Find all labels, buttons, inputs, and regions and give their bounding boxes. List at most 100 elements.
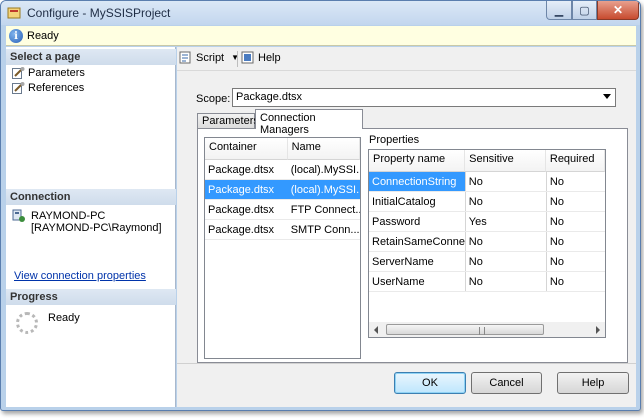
progress-spinner-icon [16,312,38,334]
connection-managers-panel: Container Name Package.dtsx (local).MySS… [197,128,628,363]
server-icon [12,209,25,222]
cell-name: (local).MySSI... [290,184,360,196]
table-row[interactable]: Password Yes No [369,212,605,232]
column-header-required[interactable]: Required [545,150,605,172]
properties-grid: Property name Sensitive Required Connect… [368,149,606,329]
cell-required[interactable]: No [547,232,605,251]
help-button[interactable]: Help [557,372,629,394]
connection-server: RAYMOND-PC [31,210,106,222]
scope-value: Package.dtsx [236,91,303,103]
cell-sensitive[interactable]: No [466,232,547,251]
connection-user: [RAYMOND-PC\Raymond] [31,222,162,234]
cell-sensitive[interactable]: Yes [466,212,547,231]
cell-property-name: RetainSameConnec... [369,232,466,251]
page-item-parameters[interactable]: Parameters [12,65,85,80]
tab-parameters[interactable]: Parameters [197,113,259,128]
table-row[interactable]: RetainSameConnec... No No [369,232,605,252]
tab-connection-managers[interactable]: Connection Managers [255,109,363,136]
cell-name: SMTP Conn... [290,224,360,236]
table-row[interactable]: Package.dtsx FTP Connect... [205,200,360,220]
cell-property-name: UserName [369,272,466,291]
grid-header: Container Name [205,138,360,160]
page-item-label: References [28,81,85,94]
cell-property-name: Password [369,212,466,231]
cell-required[interactable]: No [547,192,605,211]
table-row[interactable]: Package.dtsx SMTP Conn... [205,220,360,240]
right-pane: Script ▼ Help Scope: Package.dtsx Parame… [177,47,636,363]
maximize-icon: ▢ [579,4,590,17]
cell-property-name: ConnectionString [369,172,466,191]
select-page-header: Select a page [6,49,176,65]
table-row-selected[interactable]: Package.dtsx (local).MySSI... [205,180,360,200]
column-header-property-name[interactable]: Property name [369,150,466,172]
script-label: Script [196,51,225,64]
table-row[interactable]: ServerName No No [369,252,605,272]
status-bar: i Ready [6,26,636,46]
cancel-button[interactable]: Cancel [471,372,542,394]
status-text: Ready [27,30,59,42]
column-header-container[interactable]: Container [205,138,288,160]
properties-label: Properties [369,134,420,146]
chevron-down-icon[interactable] [603,94,611,99]
cell-sensitive[interactable]: No [466,252,547,271]
scope-label: Scope: [196,93,231,105]
connection-header: Connection [6,189,176,205]
progress-status: Ready [48,312,80,324]
scroll-left-icon[interactable] [374,326,378,334]
cell-required[interactable]: No [547,252,605,271]
grid-header: Property name Sensitive Required [369,150,605,172]
wrench-page-icon [12,66,25,79]
help-toolbar-button[interactable]: Help [241,51,281,64]
minimize-button[interactable]: ▁ [546,1,572,20]
table-row[interactable]: Package.dtsx (local).MySSI... [205,160,360,180]
scroll-right-icon[interactable] [596,326,600,334]
help-label: Help [258,51,281,64]
cell-sensitive[interactable]: No [466,172,547,191]
info-icon: i [9,29,23,43]
horizontal-scrollbar[interactable] [368,322,606,338]
table-row-selected[interactable]: ConnectionString No No [369,172,605,192]
column-header-sensitive[interactable]: Sensitive [465,150,546,172]
table-row[interactable]: InitialCatalog No No [369,192,605,212]
page-item-label: Parameters [28,66,85,79]
toolbar: Script ▼ Help [177,47,636,71]
left-pane: Select a page Parameters References Conn… [6,47,176,407]
cell-container: Package.dtsx [208,204,275,216]
script-button[interactable]: Script ▼ [179,51,239,64]
help-icon [241,51,254,64]
connection-managers-grid: Container Name Package.dtsx (local).MySS… [204,137,361,359]
minimize-icon: ▁ [554,4,564,17]
cell-sensitive[interactable]: No [466,272,547,291]
progress-header: Progress [6,289,176,305]
close-icon: ✕ [612,3,624,17]
window-title: Configure - MySSISProject [27,6,171,20]
cell-name: (local).MySSI... [290,164,360,176]
cell-property-name: ServerName [369,252,466,271]
close-button[interactable]: ✕ [597,1,639,20]
grip-icon [479,327,485,335]
cell-required[interactable]: No [547,212,605,231]
app-icon [7,7,21,19]
cell-required[interactable]: No [547,272,605,291]
ok-button[interactable]: OK [394,372,466,394]
cell-required[interactable]: No [547,172,605,191]
cell-name: FTP Connect... [290,204,360,216]
wrench-page-icon [12,81,25,94]
button-bar: OK Cancel Help [177,364,636,407]
script-icon [179,51,191,64]
cell-container: Package.dtsx [208,224,275,236]
toolbar-separator [237,51,238,67]
scope-select[interactable]: Package.dtsx [232,88,616,107]
cell-container: Package.dtsx [208,164,275,176]
cell-sensitive[interactable]: No [466,192,547,211]
column-header-name[interactable]: Name [287,138,360,160]
cell-container: Package.dtsx [208,184,275,196]
title-bar[interactable]: Configure - MySSISProject ▁ ▢ ✕ [1,1,640,25]
table-row[interactable]: UserName No No [369,272,605,292]
maximize-button[interactable]: ▢ [572,1,597,20]
scrollbar-thumb[interactable] [386,324,544,335]
cell-property-name: InitialCatalog [369,192,466,211]
view-connection-properties-link[interactable]: View connection properties [14,270,146,282]
configure-dialog: Configure - MySSISProject ▁ ▢ ✕ i Ready … [0,0,641,411]
page-item-references[interactable]: References [12,80,84,95]
